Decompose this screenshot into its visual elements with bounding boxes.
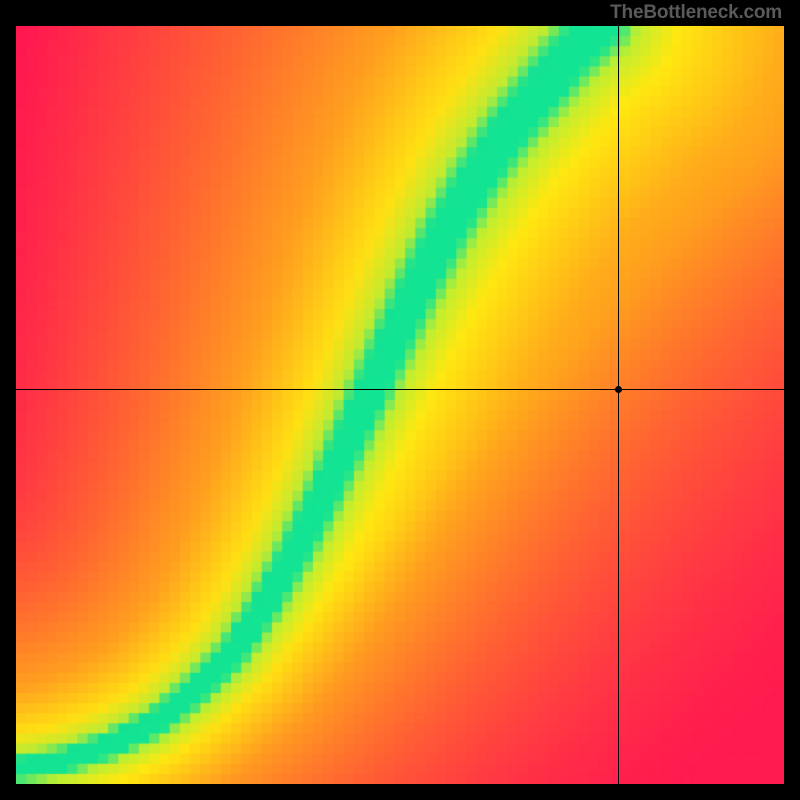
watermark-text: TheBottleneck.com: [610, 2, 782, 24]
heatmap-canvas: [16, 26, 784, 784]
chart-container: TheBottleneck.com: [0, 0, 800, 800]
plot-frame: [16, 26, 784, 784]
